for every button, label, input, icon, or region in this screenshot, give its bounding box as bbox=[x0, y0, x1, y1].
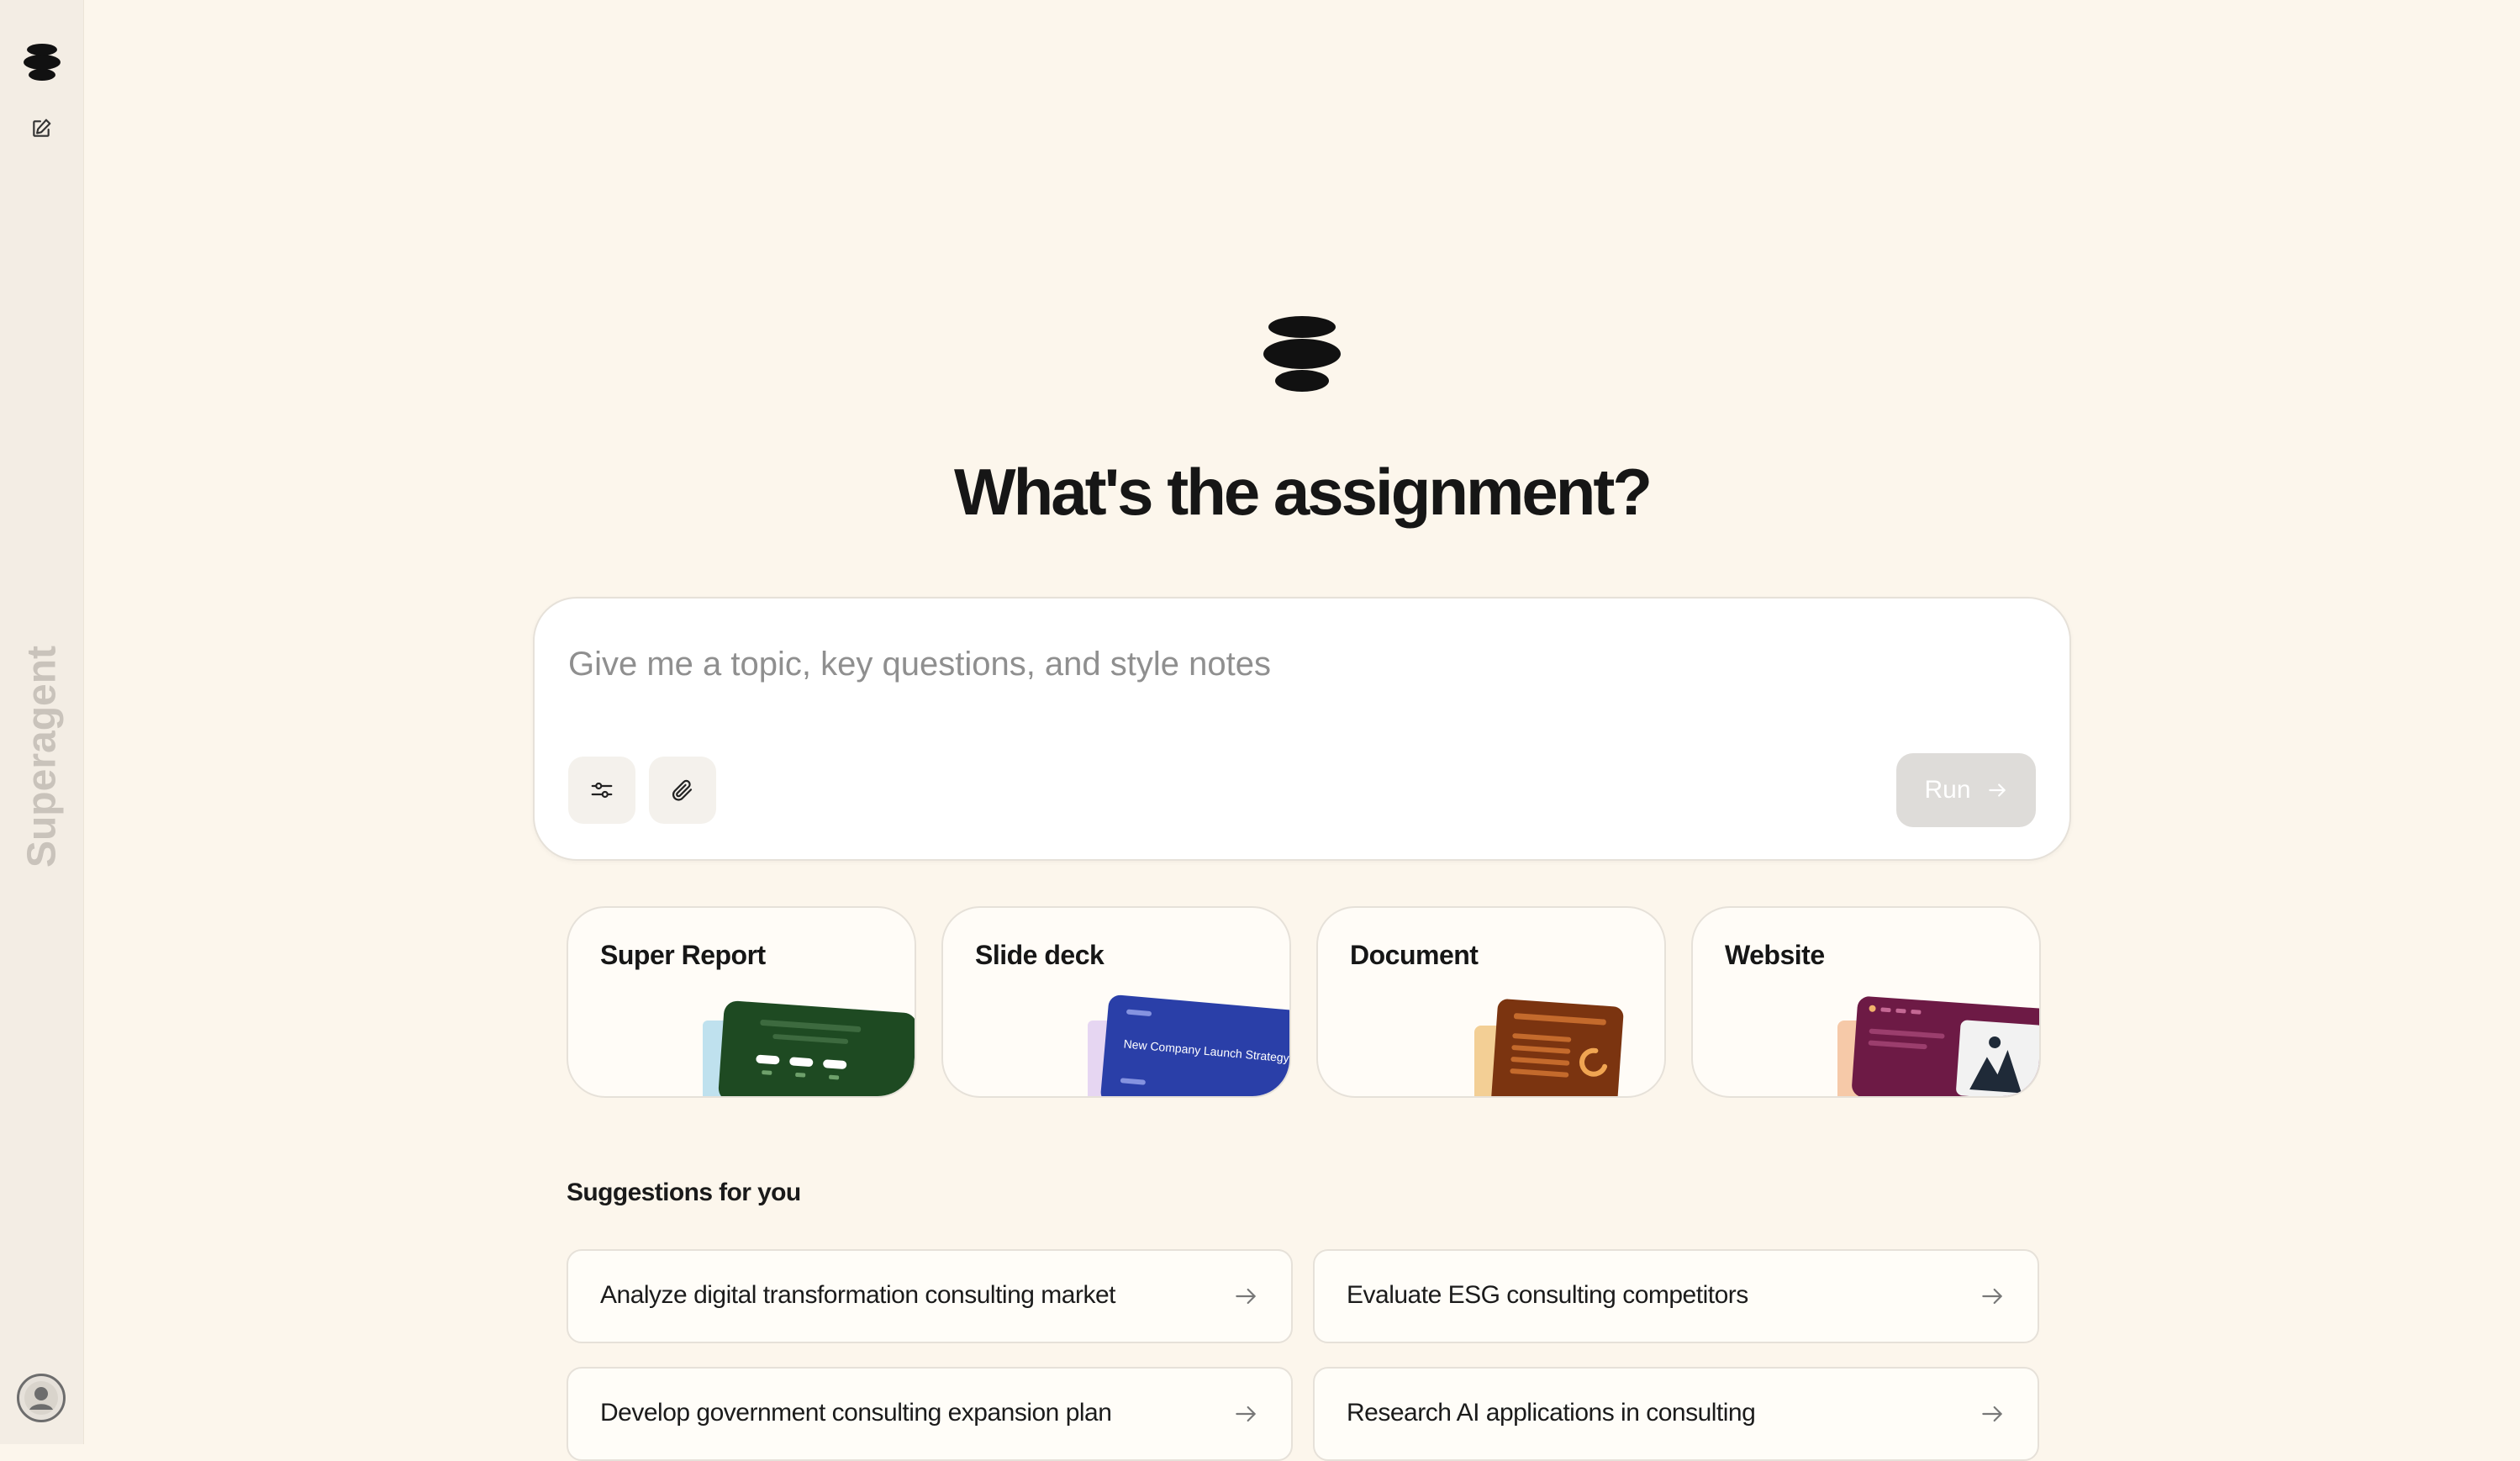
user-avatar-icon bbox=[24, 1381, 58, 1415]
new-chat-button[interactable] bbox=[29, 116, 54, 141]
account-button[interactable] bbox=[17, 1374, 66, 1422]
suggestion-item[interactable]: Analyze digital transformation consultin… bbox=[567, 1249, 1293, 1343]
attach-button[interactable] bbox=[649, 757, 716, 824]
suggestion-label: Develop government consulting expansion … bbox=[600, 1399, 1112, 1427]
arrow-right-icon bbox=[1982, 1288, 2002, 1305]
paperclip-icon bbox=[672, 779, 693, 801]
document-thumbnail bbox=[1474, 999, 1624, 1096]
suggestion-label: Research AI applications in consulting bbox=[1347, 1399, 1756, 1427]
superagent-logo-icon[interactable] bbox=[22, 42, 62, 82]
sidebar: Superagent bbox=[0, 0, 84, 1444]
suggestion-item[interactable]: Research AI applications in consulting bbox=[1313, 1367, 2039, 1461]
prompt-input[interactable] bbox=[567, 630, 2029, 698]
suggestion-label: Analyze digital transformation consultin… bbox=[600, 1281, 1115, 1309]
arrow-right-icon bbox=[1988, 783, 2006, 797]
type-card-super-report[interactable]: Super Report bbox=[567, 906, 916, 1098]
type-card-label: Website bbox=[1725, 940, 1825, 970]
website-thumbnail bbox=[1837, 996, 2039, 1096]
type-card-label: Slide deck bbox=[975, 940, 1104, 970]
type-card-website[interactable]: Website bbox=[1691, 906, 2041, 1098]
arrow-right-icon bbox=[1236, 1406, 1256, 1422]
main-logo-icon bbox=[1263, 314, 1342, 393]
type-card-slide-deck[interactable]: Slide deck New Company Launch Strategy bbox=[941, 906, 1291, 1098]
settings-button[interactable] bbox=[568, 757, 635, 824]
run-button[interactable]: Run bbox=[1896, 753, 2036, 827]
type-card-document[interactable]: Document bbox=[1316, 906, 1666, 1098]
report-thumbnail bbox=[703, 1000, 915, 1096]
edit-icon bbox=[33, 119, 51, 137]
suggestions-heading: Suggestions for you bbox=[567, 1179, 801, 1206]
prompt-composer: Run bbox=[533, 597, 2071, 861]
type-card-label: Super Report bbox=[600, 940, 766, 970]
page-title: What's the assignment? bbox=[954, 455, 1653, 529]
suggestion-item[interactable]: Evaluate ESG consulting competitors bbox=[1313, 1249, 2039, 1343]
slide-deck-thumbnail: New Company Launch Strategy bbox=[1088, 994, 1289, 1096]
arrow-right-icon bbox=[1236, 1288, 1256, 1305]
sidebar-brand-text: Superagent bbox=[19, 645, 65, 868]
suggestion-item[interactable]: Develop government consulting expansion … bbox=[567, 1367, 1293, 1461]
type-card-label: Document bbox=[1350, 940, 1479, 970]
suggestion-label: Evaluate ESG consulting competitors bbox=[1347, 1281, 1748, 1309]
headline-container: What's the assignment? bbox=[84, 454, 2520, 530]
sliders-icon bbox=[591, 782, 613, 799]
output-type-cards: Super Report Slide deck New Company Laun… bbox=[567, 906, 2041, 1098]
run-button-label: Run bbox=[1924, 776, 1971, 804]
arrow-right-icon bbox=[1982, 1406, 2002, 1422]
